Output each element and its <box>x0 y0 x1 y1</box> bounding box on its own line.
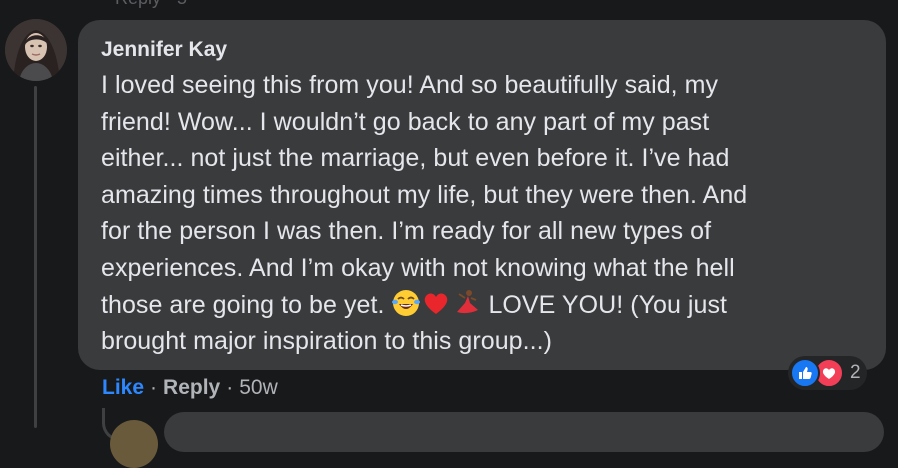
comment-line: amazing times throughout my life, but th… <box>101 180 748 209</box>
comment-author[interactable]: Jennifer Kay <box>101 37 866 63</box>
comment-timestamp[interactable]: 50w <box>239 375 278 401</box>
laughing-tears-emoji-icon <box>392 289 421 316</box>
comment-bubble: Jennifer Kay I loved seeing this from yo… <box>78 20 886 370</box>
comment-line: experiences. And I’m okay with not knowi… <box>101 253 735 282</box>
reaction-summary[interactable]: 2 <box>788 356 867 390</box>
comment-line-text: LOVE YOU! (You just <box>481 290 728 319</box>
like-button[interactable]: Like <box>102 375 144 401</box>
dancer-emoji-icon <box>457 289 479 313</box>
like-icon <box>790 358 820 388</box>
comment-line-text: those are going to be yet. <box>101 290 385 319</box>
reply-button[interactable]: Reply <box>163 375 220 401</box>
thread-line <box>34 86 37 428</box>
red-heart-emoji-icon <box>425 293 448 314</box>
avatar-photo-icon <box>5 19 67 81</box>
previous-comment-actions: · Reply · 5 <box>104 0 187 9</box>
comment-actions: Like · Reply · 50w <box>102 375 278 401</box>
comment-line: I loved seeing this from you! And so bea… <box>101 71 719 99</box>
reply-avatar[interactable] <box>110 420 158 468</box>
comment-text: I loved seeing this from you! And so bea… <box>101 67 866 360</box>
comment-line: for the person I was then. I’m ready for… <box>101 217 712 246</box>
separator: · <box>150 376 158 399</box>
separator: · <box>226 376 234 399</box>
comment-line-with-emojis: those are going to be yet. LOVE YOU! (Yo… <box>101 287 866 324</box>
avatar[interactable] <box>5 19 67 81</box>
comment-line: either... not just the marriage, but eve… <box>101 144 730 173</box>
comment-line: friend! Wow... I wouldn’t go back to any… <box>101 107 710 136</box>
comment-line: brought major inspiration to this group.… <box>101 327 552 356</box>
reply-bubble <box>164 412 884 452</box>
reaction-count: 2 <box>850 362 861 383</box>
